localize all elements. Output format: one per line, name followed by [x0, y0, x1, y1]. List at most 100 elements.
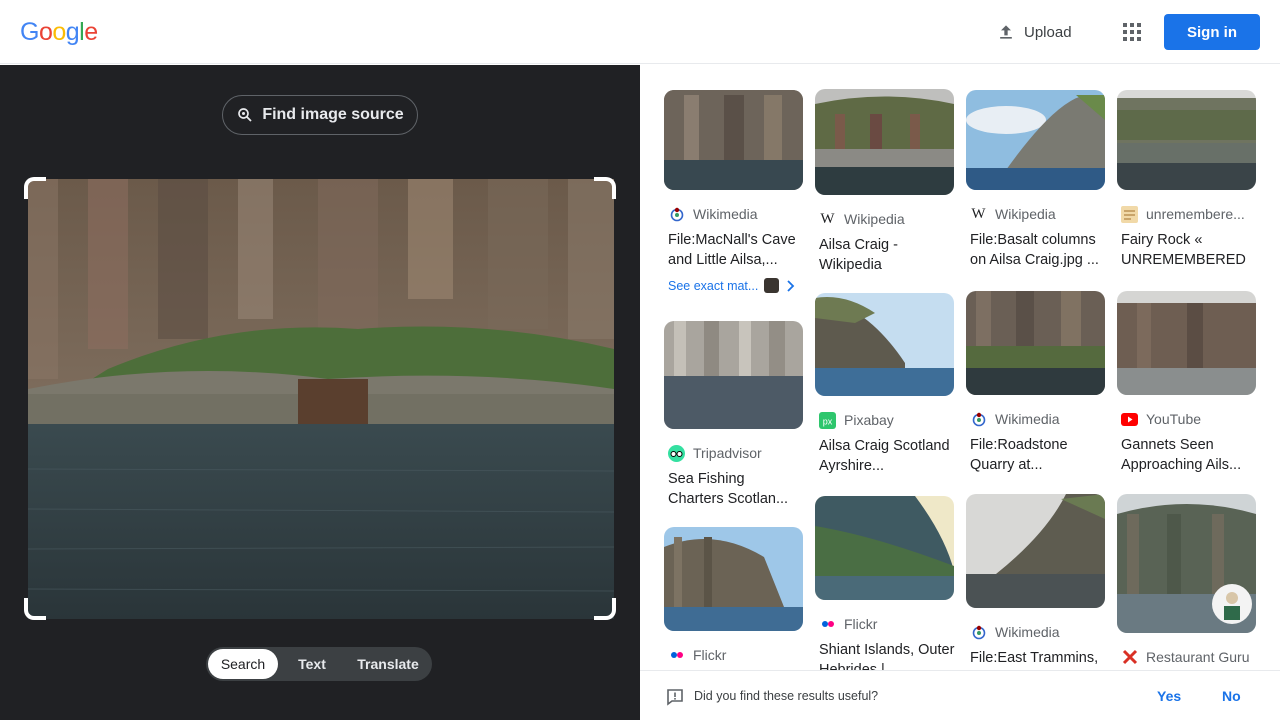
visual-matches-grid: Wikimedia File:MacNall's Cave and Little… [640, 65, 1280, 670]
result-thumbnail [1117, 494, 1256, 633]
result-source: Tripadvisor [664, 443, 804, 463]
result-card[interactable]: Tripadvisor Sea Fishing Charters Scotlan… [664, 321, 804, 509]
tab-search[interactable]: Search [208, 649, 278, 679]
result-title[interactable]: Shiant Islands, Outer Hebrides |... [815, 640, 955, 670]
result-title[interactable]: File:Basalt columns on Ailsa Craig.jpg .… [966, 230, 1106, 270]
find-image-source-label: Find image source [262, 106, 404, 123]
tab-text[interactable]: Text [278, 649, 346, 679]
result-thumbnail [966, 291, 1105, 395]
sign-in-button[interactable]: Sign in [1164, 14, 1260, 50]
logo-letter: o [52, 18, 66, 46]
result-title[interactable]: Gannets Seen Approaching Ails... [1117, 435, 1257, 475]
tripadvisor-icon [668, 444, 685, 462]
upload-label: Upload [1024, 23, 1072, 41]
result-card[interactable]: px Pixabay Ailsa Craig Scotland Ayrshire… [815, 293, 955, 476]
result-source-name: Wikipedia [995, 206, 1056, 222]
upload-button[interactable]: Upload [986, 14, 1082, 50]
flickr-icon [819, 616, 836, 633]
feedback-question: Did you find these results useful? [694, 689, 879, 703]
crop-handle-top-left[interactable] [24, 177, 46, 199]
feedback-icon [667, 689, 683, 706]
upload-icon [1000, 25, 1012, 39]
feedback-bar: Did you find these results useful? Yes N… [640, 670, 1280, 720]
result-card[interactable]: YouTube Gannets Seen Approaching Ails... [1117, 291, 1257, 475]
lens-search-icon [238, 108, 252, 122]
logo-letter: e [84, 18, 98, 46]
result-source: W Wikipedia [966, 204, 1106, 224]
result-source: YouTube [1117, 409, 1257, 429]
youtube-icon [1121, 411, 1138, 428]
query-image [28, 179, 614, 619]
result-source: W Wikipedia [815, 209, 955, 229]
result-source-name: Flickr [844, 616, 878, 632]
wikipedia-icon: W [820, 210, 835, 227]
result-title[interactable]: Ailsa Craig - Wikipedia [815, 235, 955, 275]
result-thumbnail [966, 494, 1105, 608]
result-source-name: unremembere... [1146, 206, 1245, 222]
logo-letter: G [20, 18, 39, 46]
header: Google Upload Sign in [0, 0, 1280, 64]
result-thumbnail [1117, 90, 1256, 190]
result-source-name: Restaurant Guru [1146, 649, 1250, 665]
wikimedia-icon [668, 206, 685, 223]
see-exact-matches-link[interactable]: See exact mat... [664, 278, 804, 293]
query-image-panel: Find image source Search Text Translate [0, 65, 640, 720]
logo-letter: o [38, 18, 53, 46]
result-title[interactable]: Sea Fishing Charters Scotlan... [664, 469, 804, 509]
crop-handle-bottom-left[interactable] [24, 598, 46, 620]
wikipedia-icon: W [971, 205, 986, 222]
crop-handle-top-right[interactable] [594, 177, 616, 199]
result-source-name: Flickr [693, 647, 727, 663]
mode-tabs: Search Text Translate [206, 647, 432, 681]
apps-grid-icon [1123, 23, 1141, 41]
result-source: Flickr [815, 614, 955, 634]
restaurant-guru-icon [1121, 649, 1138, 666]
result-card[interactable]: Wikimedia File:Roadstone Quarry at... [966, 291, 1106, 475]
result-thumbnail [1117, 291, 1256, 395]
tab-translate[interactable]: Translate [346, 649, 430, 679]
feedback-no-button[interactable]: No [1222, 688, 1241, 704]
result-source-name: Pixabay [844, 412, 894, 428]
result-source: px Pixabay [815, 410, 955, 430]
result-source: Wikimedia [966, 622, 1106, 642]
result-card[interactable]: W Wikipedia File:Basalt columns on Ailsa… [966, 90, 1106, 270]
result-title[interactable]: File:East Trammins, Ri... [966, 648, 1106, 670]
find-image-source-button[interactable]: Find image source [222, 95, 418, 135]
result-source-name: YouTube [1146, 411, 1202, 427]
apps-grid-button[interactable] [1116, 16, 1148, 48]
result-thumbnail [664, 321, 803, 429]
result-card[interactable]: Flickr [664, 527, 804, 665]
result-card[interactable]: W Wikipedia Ailsa Craig - Wikipedia [815, 89, 955, 275]
result-card[interactable]: Restaurant Guru [1117, 494, 1257, 667]
crop-handle-bottom-right[interactable] [594, 598, 616, 620]
wikimedia-icon [970, 411, 987, 428]
result-source: Wikimedia [966, 409, 1106, 429]
result-source: Restaurant Guru [1117, 647, 1257, 667]
result-card[interactable]: Wikimedia File:MacNall's Cave and Little… [664, 90, 804, 293]
result-source-name: Wikipedia [844, 211, 905, 227]
result-card[interactable]: Flickr Shiant Islands, Outer Hebrides |.… [815, 496, 955, 670]
chevron-right-icon [787, 279, 795, 292]
feedback-yes-button[interactable]: Yes [1157, 688, 1181, 704]
result-thumbnail [664, 527, 803, 631]
result-card[interactable]: Wikimedia File:East Trammins, Ri... [966, 494, 1106, 670]
result-title[interactable]: Fairy Rock « UNREMEMBERED [1117, 230, 1257, 270]
result-thumbnail [815, 496, 954, 600]
result-thumbnail [664, 90, 803, 190]
result-source-name: Wikimedia [995, 624, 1060, 640]
result-source-name: Tripadvisor [693, 445, 762, 461]
svg-text:px: px [823, 416, 833, 426]
exact-match-thumb [764, 278, 780, 293]
logo-letter: g [65, 18, 80, 46]
pixabay-icon: px [819, 411, 836, 429]
result-title[interactable]: File:MacNall's Cave and Little Ailsa,... [664, 230, 804, 270]
result-source: Wikimedia [664, 204, 804, 224]
result-thumbnail [815, 89, 954, 195]
result-title[interactable]: File:Roadstone Quarry at... [966, 435, 1106, 475]
result-source: unremembere... [1117, 204, 1257, 224]
google-logo[interactable]: Google [20, 18, 98, 47]
result-card[interactable]: unremembere... Fairy Rock « UNREMEMBERED [1117, 90, 1257, 270]
result-thumbnail [815, 293, 954, 396]
result-title[interactable]: Ailsa Craig Scotland Ayrshire... [815, 436, 955, 476]
wikimedia-icon [970, 624, 987, 641]
